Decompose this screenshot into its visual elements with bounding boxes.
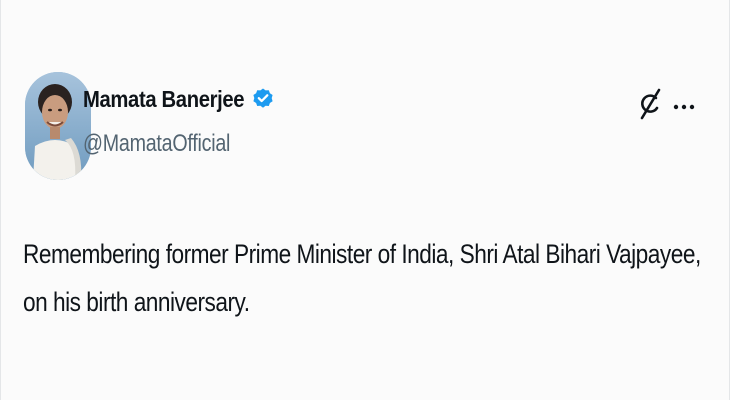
name-row: Mamata Banerjee: [83, 82, 275, 116]
avatar[interactable]: [25, 72, 91, 180]
tweet-text: Remembering former Prime Minister of Ind…: [23, 230, 701, 326]
tweet-card: Mamata Banerjee @MamataOfficial Remember…: [0, 0, 730, 400]
verified-badge-icon: [251, 87, 275, 111]
tweet-text-line: Remembering former Prime Minister of Ind…: [23, 239, 701, 269]
avatar-photo: [25, 72, 91, 180]
user-block: Mamata Banerjee @MamataOfficial: [83, 82, 275, 158]
tweet-text-line: on his birth anniversary.: [23, 287, 250, 317]
display-name[interactable]: Mamata Banerjee: [83, 86, 245, 113]
tweet-actions: [637, 86, 695, 122]
user-handle[interactable]: @MamataOfficial: [83, 130, 241, 158]
tweet-header: Mamata Banerjee @MamataOfficial: [21, 72, 711, 182]
more-options-icon[interactable]: [673, 99, 695, 110]
grok-icon[interactable]: [637, 86, 663, 122]
